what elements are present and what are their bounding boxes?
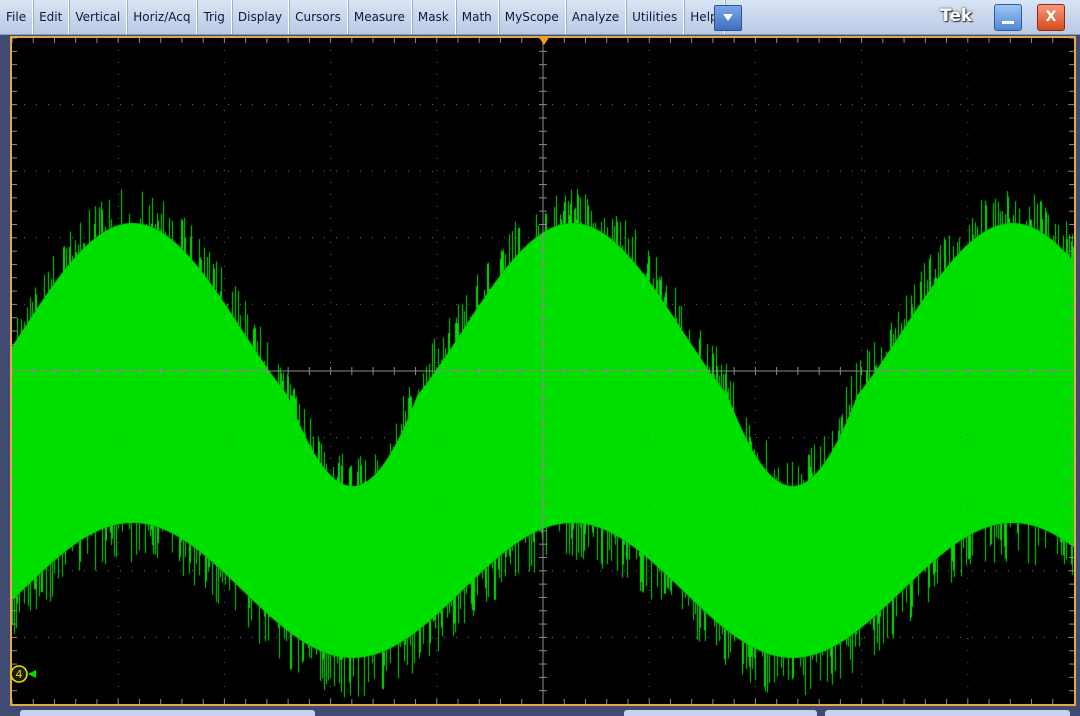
menu-item-edit[interactable]: Edit	[33, 0, 70, 34]
menu-item-cursors[interactable]: Cursors	[289, 0, 348, 34]
menu-item-vertical[interactable]: Vertical	[69, 0, 128, 34]
dropdown-arrow-icon	[723, 14, 733, 21]
trigger-position-icon[interactable]	[538, 36, 550, 46]
menu-item-display[interactable]: Display	[232, 0, 290, 34]
channel-ground-icon	[28, 670, 36, 678]
graticule	[12, 38, 1074, 704]
menu-item-horiz-acq[interactable]: Horiz/Acq	[127, 0, 198, 34]
channel-number: 4	[16, 668, 23, 681]
brand-logo: Tek	[940, 6, 973, 26]
menu-item-mask[interactable]: Mask	[412, 0, 456, 34]
bottom-tab-middle[interactable]	[624, 710, 817, 716]
menu-item-analyze[interactable]: Analyze	[566, 0, 627, 34]
menu: File Edit Vertical Horiz/Acq Trig Display Curs…	[0, 0, 725, 34]
menu-bar: File Edit Vertical Horiz/Acq Trig Display Curs…	[0, 0, 1080, 35]
minimize-icon[interactable]	[994, 4, 1022, 31]
menu-item-measure[interactable]: Measure	[348, 0, 412, 34]
close-icon[interactable]: X	[1037, 4, 1065, 31]
bottom-tab-right[interactable]	[825, 710, 1070, 716]
menu-item-file[interactable]: File	[0, 0, 34, 34]
menu-item-trig[interactable]: Trig	[197, 0, 232, 34]
menu-item-myscope[interactable]: MyScope	[499, 0, 566, 34]
channel-4-ground-marker[interactable]: 4	[10, 663, 42, 685]
menu-dropdown-button[interactable]	[714, 5, 742, 31]
waveform-display[interactable]: 4	[10, 36, 1076, 706]
menu-item-math[interactable]: Math	[456, 0, 499, 34]
bottom-tab-left[interactable]	[20, 710, 315, 716]
menu-item-utilities[interactable]: Utilities	[626, 0, 685, 34]
